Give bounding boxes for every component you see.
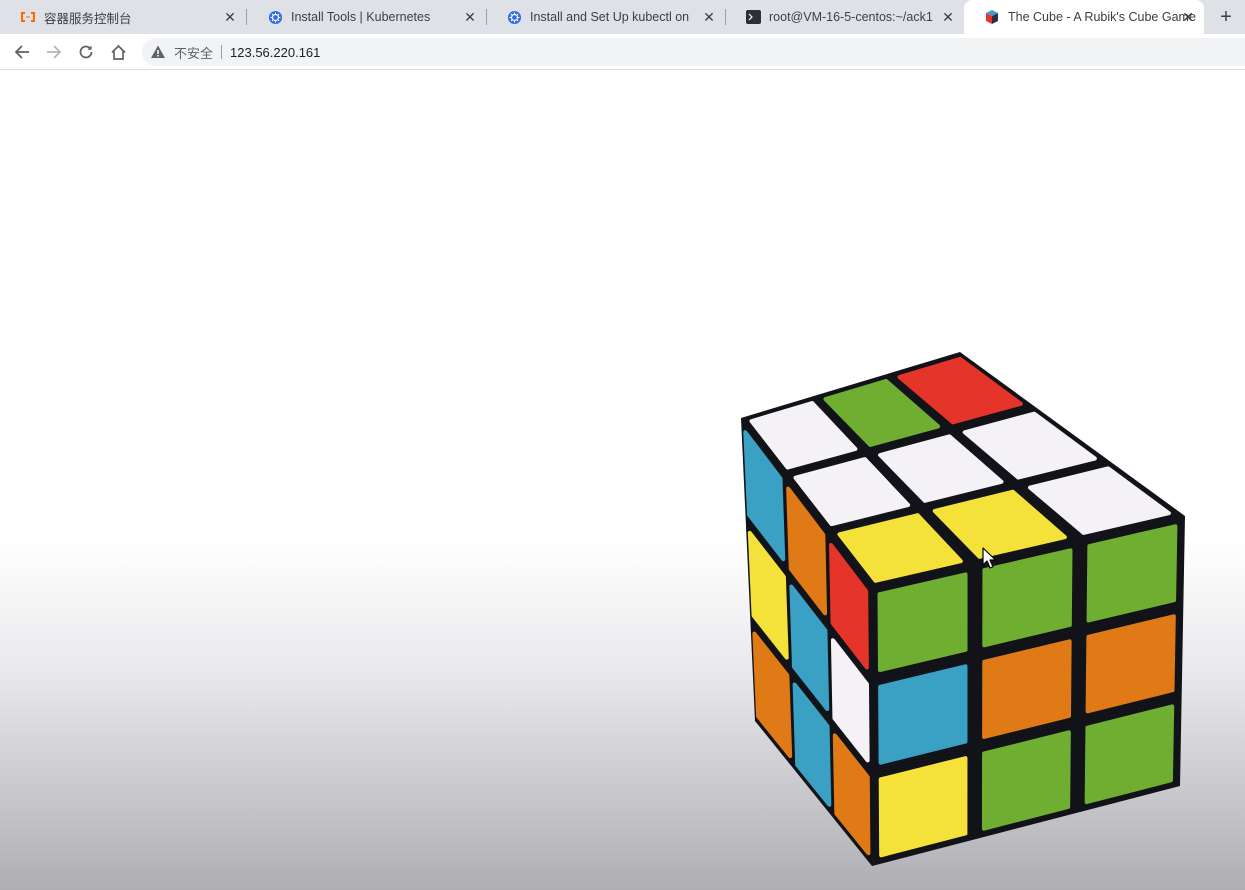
rubiks-cube[interactable]	[0, 71, 1245, 890]
close-icon[interactable]: ✕	[940, 9, 956, 25]
tab-install-kubectl[interactable]: Install and Set Up kubectl on Linux ✕	[486, 0, 726, 34]
game-canvas[interactable]	[0, 71, 1245, 890]
new-tab-button[interactable]: +	[1212, 5, 1240, 29]
security-label[interactable]: 不安全	[174, 43, 213, 62]
tab-terminal[interactable]: root@VM-16-5-centos:~/ack1 ✕	[725, 0, 964, 34]
forward-button[interactable]	[41, 39, 67, 65]
toolbar: 不安全 123.56.220.161	[0, 34, 1245, 70]
close-icon[interactable]: ✕	[222, 9, 238, 25]
arrow-left-icon	[14, 45, 29, 59]
tab-strip: 容器服务控制台 ✕ Install Tools | Kubernetes ✕ I…	[0, 0, 1245, 34]
tab-title: Install Tools | Kubernetes	[291, 10, 431, 24]
warning-icon[interactable]	[150, 44, 166, 60]
address-divider	[221, 45, 223, 59]
kubernetes-icon	[506, 9, 522, 25]
close-icon[interactable]: ✕	[1180, 9, 1196, 25]
mouse-cursor-icon	[982, 547, 996, 569]
tab-title: The Cube - A Rubik's Cube Game	[1008, 10, 1196, 24]
home-icon	[110, 44, 126, 60]
close-icon[interactable]: ✕	[462, 9, 478, 25]
arrow-right-icon	[47, 45, 62, 59]
tab-the-cube[interactable]: The Cube - A Rubik's Cube Game ✕	[964, 0, 1204, 34]
tab-title: Install and Set Up kubectl on Linux	[530, 10, 693, 24]
tab-title: root@VM-16-5-centos:~/ack1	[769, 10, 933, 24]
browser-window: 容器服务控制台 ✕ Install Tools | Kubernetes ✕ I…	[0, 0, 1245, 890]
rubiks-cube-icon	[984, 9, 1000, 25]
reload-icon	[79, 45, 93, 59]
kubernetes-icon	[267, 9, 283, 25]
terminal-icon	[745, 9, 761, 25]
home-button[interactable]	[105, 39, 131, 65]
close-icon[interactable]: ✕	[701, 9, 717, 25]
url-text[interactable]: 123.56.220.161	[230, 45, 320, 60]
tab-title: 容器服务控制台	[44, 11, 132, 26]
tab-aliyun-console[interactable]: 容器服务控制台 ✕	[0, 0, 247, 34]
back-button[interactable]	[9, 39, 35, 65]
reload-button[interactable]	[73, 39, 99, 65]
aliyun-icon	[20, 9, 36, 25]
address-bar[interactable]: 不安全 123.56.220.161	[142, 38, 1245, 66]
tab-install-tools[interactable]: Install Tools | Kubernetes ✕	[247, 0, 487, 34]
